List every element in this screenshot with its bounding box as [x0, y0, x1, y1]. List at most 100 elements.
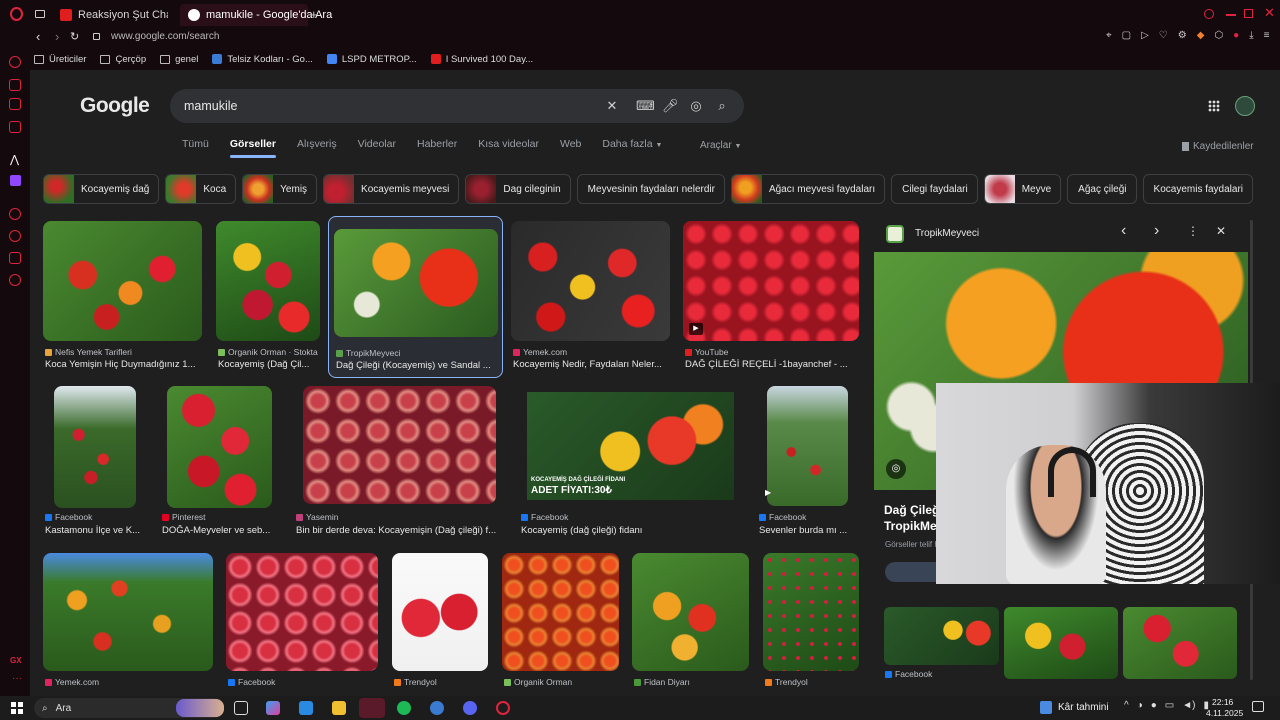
copilot-icon[interactable] [266, 701, 280, 715]
more-icon[interactable]: ··· [12, 673, 22, 684]
windows-start-icon[interactable] [11, 702, 23, 714]
tab-google-search[interactable]: mamukile - Google'da Ara [180, 4, 332, 26]
result-image[interactable] [167, 386, 272, 508]
result-image[interactable] [392, 553, 488, 671]
twitch-icon[interactable] [10, 175, 21, 186]
discord-icon[interactable] [463, 701, 477, 715]
image-result[interactable]: Trendyol [392, 553, 488, 687]
heart-icon[interactable]: ♡ [1159, 30, 1168, 41]
close-window-icon[interactable]: ✕ [1264, 5, 1275, 21]
tools-button[interactable]: Araçlar ▼ [700, 140, 741, 151]
chat-icon[interactable] [9, 79, 21, 91]
restore-icon[interactable] [1244, 9, 1253, 18]
network-icon[interactable]: ▭ [1165, 700, 1174, 711]
lens-icon[interactable]: ◎ [886, 459, 906, 479]
tab-overview-icon[interactable] [35, 10, 45, 18]
image-result[interactable] [167, 386, 272, 508]
extension-fox-icon[interactable]: ◆ [1197, 30, 1205, 41]
result-title[interactable]: DAĞ ÇİLEĞİ REÇELİ -1bayanchef - ... [685, 359, 861, 370]
image-result[interactable]: Organik Orman [502, 553, 619, 687]
result-image[interactable] [683, 221, 859, 341]
panel-next-icon[interactable]: › [1154, 222, 1159, 240]
taskbar-search[interactable]: ⌕ Ara [34, 698, 224, 718]
snapshot-icon[interactable]: ▢ [1122, 30, 1131, 41]
saved-button[interactable]: Kaydedilenler [1182, 141, 1254, 152]
chip-meyve[interactable]: Meyve [983, 174, 1062, 204]
spotify-icon[interactable] [397, 701, 411, 715]
result-image[interactable] [216, 221, 320, 341]
result-image[interactable] [226, 553, 378, 671]
app-icon[interactable] [496, 701, 510, 715]
music-icon[interactable] [9, 121, 21, 133]
result-title[interactable]: Kocayemiş (dağ çileği) fidanı [521, 525, 731, 536]
image-result[interactable]: Trendyol [763, 553, 859, 687]
tab-videos[interactable]: Videolar [358, 138, 396, 150]
search-box[interactable]: mamukile ✕ ⌨ 🎤︎ ◎ ⌕ [170, 89, 744, 123]
image-result[interactable]: Yemek.com Kocayemiş Nedir, Faydaları Nel… [511, 221, 670, 370]
notifications-icon[interactable] [1252, 701, 1264, 712]
result-title[interactable]: Kocayemiş (Dağ Çil... [218, 359, 324, 370]
store-icon[interactable] [299, 701, 313, 715]
avatar[interactable] [1235, 96, 1255, 116]
volume-icon[interactable]: ◄) [1182, 700, 1195, 711]
result-image[interactable] [303, 386, 496, 504]
image-result-selected[interactable]: TropikMeyveci Dağ Çileği (Kocayemiş) ve … [328, 216, 503, 378]
result-title[interactable]: Sevenler burda mı ... [759, 525, 851, 536]
bookmark-link[interactable]: I Survived 100 Day... [430, 54, 533, 65]
bookmark-folder[interactable]: Çerçöp [100, 54, 146, 65]
related-image[interactable] [884, 607, 999, 665]
result-title[interactable]: Dağ Çileği (Kocayemiş) ve Sandal ... [336, 360, 500, 371]
bookmark-link[interactable]: LSPD METROP... [326, 54, 417, 65]
settings-icon[interactable]: ⚙ [1178, 30, 1187, 41]
related-image[interactable] [1123, 607, 1237, 679]
clock-time[interactable]: 22:16 [1212, 697, 1233, 707]
address-field[interactable]: www.google.com/search [111, 31, 219, 42]
tab-reaksiyon[interactable]: Reaksiyon Şut Challenge! [52, 4, 176, 26]
image-result[interactable]: Nefis Yemek Tarifleri Koca Yemişin Hiç D… [43, 221, 202, 370]
result-title[interactable]: Kocayemiş Nedir, Faydaları Neler... [513, 359, 672, 370]
pinned-app-icon[interactable]: ⋀ [10, 153, 19, 166]
history-icon[interactable] [9, 230, 21, 242]
image-result[interactable] [303, 386, 496, 504]
chip-meyvesinin-faydalari[interactable]: Meyvesinin faydaları nelerdir [576, 174, 725, 204]
bookmark-folder[interactable]: genel [160, 54, 198, 65]
chip-kocayemis-dag[interactable]: Kocayemiş dağ [43, 174, 160, 204]
keyboard-icon[interactable]: ⌨ [636, 98, 655, 114]
image-result[interactable] [54, 386, 136, 508]
result-image[interactable] [54, 386, 136, 508]
bookmark-folder[interactable]: Üreticiler [34, 54, 86, 65]
chip-cilegi-faydalari[interactable]: Cilegi faydalari [891, 174, 978, 204]
google-logo[interactable]: Google [80, 94, 150, 118]
panel-title[interactable]: Dağ Çileğ [884, 503, 939, 517]
extensions-icon[interactable]: ⬡ [1214, 30, 1223, 41]
result-image[interactable]: KOCAYEMİŞ DAĞ ÇİLEĞİ FİDANI ADET FİYATI:… [527, 392, 734, 500]
result-image[interactable] [502, 553, 619, 671]
file-explorer-icon[interactable] [332, 701, 346, 715]
tab-news[interactable]: Haberler [417, 138, 457, 150]
image-result[interactable]: KOCAYEMİŞ DAĞ ÇİLEĞİ FİDANI ADET FİYATI:… [527, 392, 734, 500]
opera-gx-taskbar-icon[interactable] [359, 698, 385, 718]
profile-icon[interactable]: ● [1233, 30, 1239, 41]
tab-short-videos[interactable]: Kısa videolar [478, 138, 539, 150]
tab-all[interactable]: Tümü [182, 138, 209, 150]
clock-date[interactable]: 4.11.2025 [1206, 708, 1243, 718]
aria-icon[interactable] [9, 56, 21, 68]
search-input[interactable]: mamukile [184, 99, 238, 113]
image-result[interactable]: Facebook [226, 553, 378, 687]
tab-web[interactable]: Web [560, 138, 581, 150]
microphone-icon[interactable]: ● [1151, 700, 1157, 711]
tab-more[interactable]: Daha fazla ▼ [602, 138, 662, 150]
image-result[interactable]: Yemek.com [43, 553, 213, 687]
chip-kocayemis-faydalari[interactable]: Kocayemis faydalari [1142, 174, 1254, 204]
forward-icon[interactable]: › [55, 29, 59, 44]
opera-logo-icon[interactable] [10, 7, 23, 21]
chip-koca[interactable]: Koca [165, 174, 237, 204]
menu-icon[interactable]: ≡ [1264, 30, 1270, 41]
lens-icon[interactable]: ◎ [688, 98, 704, 114]
chip-agac-cilegi[interactable]: Ağaç çileği [1067, 174, 1137, 204]
back-icon[interactable]: ‹ [36, 29, 40, 44]
apps-grid-icon[interactable] [1208, 100, 1220, 112]
panel-prev-icon[interactable]: ‹ [1121, 222, 1126, 240]
player-icon[interactable] [9, 208, 21, 220]
image-result[interactable]: Fidan Diyarı [632, 553, 749, 687]
